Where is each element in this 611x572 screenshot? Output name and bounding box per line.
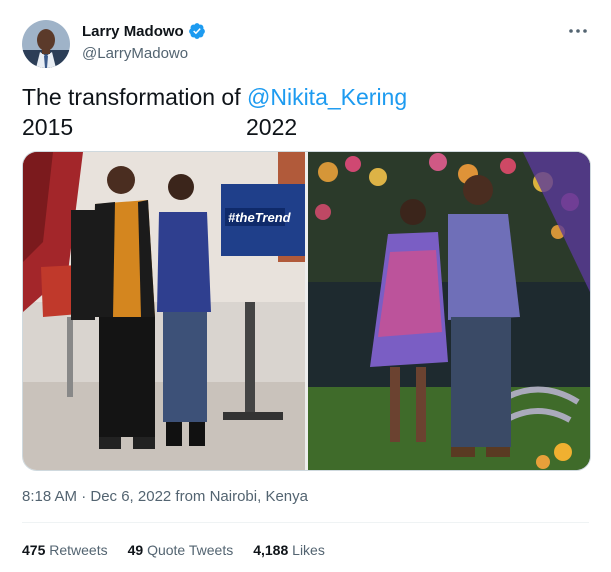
tweet-text: The transformation of @Nikita_Kering (22, 84, 407, 111)
retweets-stat[interactable]: 475 Retweets (22, 542, 108, 558)
quote-tweets-stat[interactable]: 49 Quote Tweets (128, 542, 234, 558)
timestamp[interactable]: 8:18 AM · Dec 6, 2022 from Nairobi, Keny… (22, 488, 308, 505)
media-grid: #theTrend (22, 151, 591, 471)
display-name[interactable]: Larry Madowo (82, 23, 184, 40)
quotes-label: Quote Tweets (147, 542, 234, 558)
photo-2022[interactable] (308, 152, 590, 470)
caption-2015: 2015 (22, 114, 74, 140)
screen-overlay-text: #theTrend (228, 210, 292, 225)
retweets-count: 475 (22, 542, 46, 558)
likes-count: 4,188 (253, 542, 289, 558)
likes-stat[interactable]: 4,188 Likes (253, 542, 325, 558)
divider (22, 522, 589, 523)
avatar[interactable] (22, 20, 70, 68)
tweet-text-prefix: The transformation of (22, 84, 247, 110)
mention-link[interactable]: @Nikita_Kering (247, 84, 407, 110)
tweet-card: Larry Madowo @LarryMadowo The transforma… (0, 0, 611, 572)
likes-label: Likes (292, 542, 325, 558)
handle[interactable]: @LarryMadowo (82, 45, 206, 62)
verified-badge-icon (188, 22, 206, 40)
photo-2015[interactable]: #theTrend (23, 152, 305, 470)
caption-2022: 2022 (246, 114, 298, 140)
author-block: Larry Madowo @LarryMadowo (82, 22, 206, 62)
quotes-count: 49 (127, 542, 144, 558)
more-options-icon[interactable] (567, 22, 589, 40)
engagement-stats: 475 Retweets 49 Quote Tweets 4,188 Likes (22, 542, 345, 558)
retweets-label: Retweets (49, 542, 108, 558)
